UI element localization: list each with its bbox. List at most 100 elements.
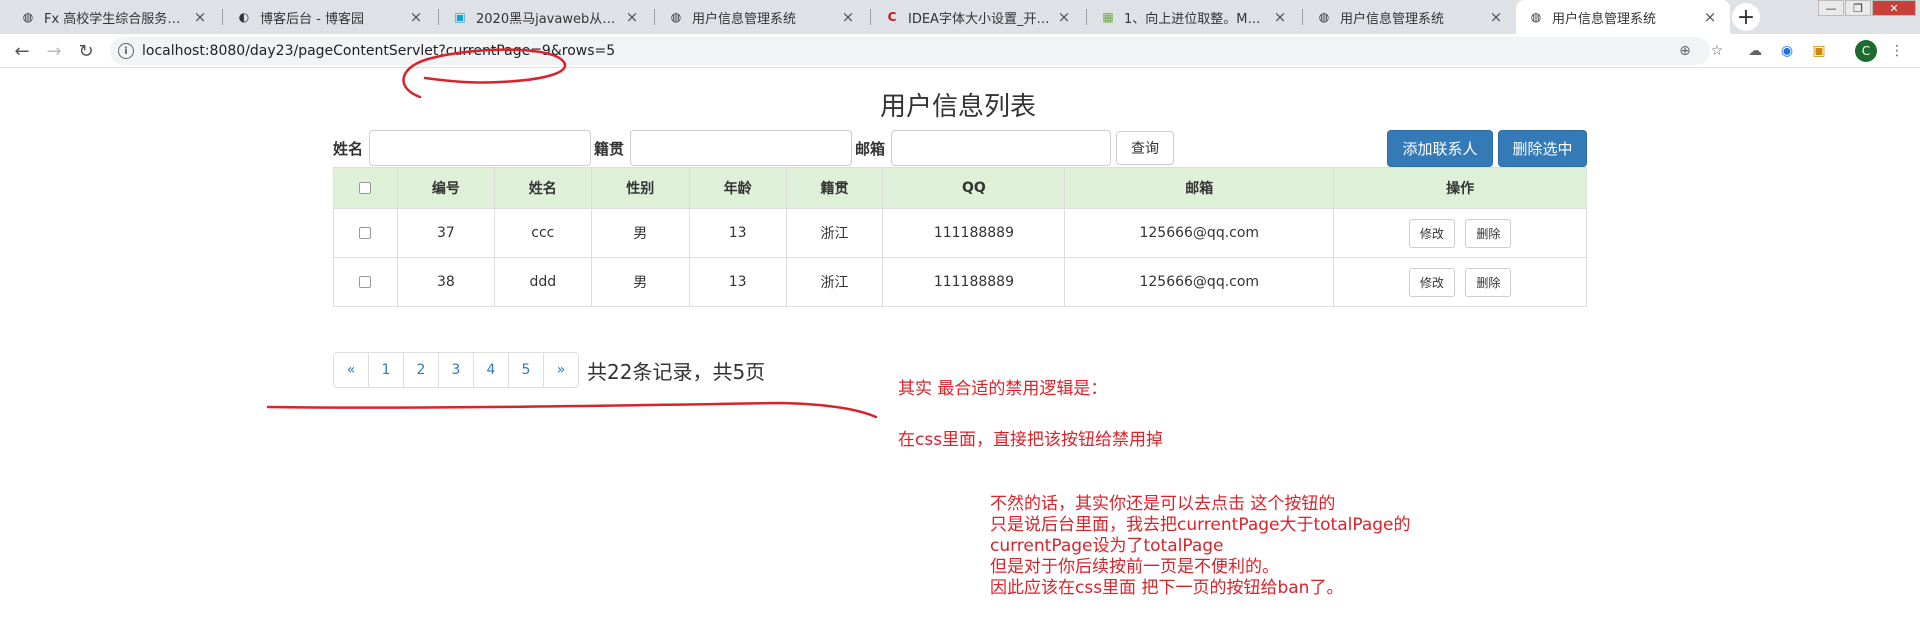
id-cell: 38 [396,257,495,307]
page-link-2[interactable]: 2 [403,352,439,388]
qq-cell: 111188889 [882,257,1066,307]
browser-tab-active[interactable]: ◍ 用户信息管理系统 × [1516,0,1730,34]
edit-button[interactable]: 修改 [1408,218,1455,248]
close-icon[interactable]: × [1488,8,1504,26]
reload-icon[interactable]: ↻ [74,39,98,63]
email-cell: 125666@qq.com [1064,208,1335,258]
avatar[interactable]: C [1855,40,1877,62]
name-cell: ddd [493,257,592,307]
prev-page-button[interactable]: « [333,352,369,388]
page-link-5[interactable]: 5 [508,352,544,388]
id-cell: 37 [396,208,495,258]
star-icon[interactable]: ☆ [1708,42,1726,60]
browser-tab[interactable]: ◍ 用户信息管理系统 × [656,0,868,34]
tab-title: 博客后台 - 博客园 [260,11,364,27]
row-checkbox[interactable] [359,276,372,288]
close-icon[interactable]: × [408,8,424,26]
column-header: 籍贯 [785,167,884,209]
query-button[interactable]: 查询 [1116,131,1174,165]
select-all-checkbox[interactable] [359,182,372,194]
menu-icon[interactable]: ⋮ [1888,42,1906,60]
page-link-3[interactable]: 3 [438,352,474,388]
table-header-row: 编号 姓名 性别 年龄 籍贯 QQ 邮箱 操作 [333,167,1587,209]
close-icon[interactable]: × [1272,8,1288,26]
page-link-1[interactable]: 1 [368,352,404,388]
extension-box-icon[interactable]: ▣ [1810,42,1828,60]
pagination: « 1 2 3 4 5 » [333,352,579,388]
table-row: 38 ddd 男 13 浙江 111188889 125666@qq.com 修… [333,257,1587,307]
csdn-icon: C [887,10,897,24]
browser-tab[interactable]: ◍ 用户信息管理系统 × [1304,0,1516,34]
add-contact-button[interactable]: 添加联系人 [1387,130,1493,167]
column-header: 姓名 [493,167,592,209]
name-cell: ccc [493,208,592,258]
browser-tab[interactable]: C IDEA字体大小设置_开发工具 × [872,0,1084,34]
column-header: 性别 [590,167,690,209]
browser-tab[interactable]: ◍ Fx 高校学生综合服务平台 学 × [8,0,220,34]
close-icon[interactable]: × [840,8,856,26]
back-arrow-icon[interactable]: ← [10,39,34,63]
age-cell: 13 [688,208,787,258]
close-icon[interactable]: × [192,8,208,26]
maximize-button[interactable]: ❐ [1845,0,1871,16]
page-link-4[interactable]: 4 [473,352,509,388]
close-icon[interactable]: × [1702,8,1718,26]
name-input[interactable] [369,130,591,166]
cnblogs-icon: ◐ [238,10,250,24]
browser-tab[interactable]: ▣ 2020黑马javaweb从入门到 × [440,0,652,34]
annotation-note-2: 在css里面，直接把该按钮给禁用掉 [898,430,1164,450]
annotation-line: 只是说后台里面，我去把currentPage大于totalPage的 [990,515,1411,535]
browser-tab[interactable]: ▦ 1、向上进位取整。Math.ce × [1088,0,1300,34]
address-label: 籍贯 [594,140,625,158]
page-title: 用户信息列表 [880,92,1037,122]
column-header: 年龄 [688,167,787,209]
email-input[interactable] [891,130,1111,166]
zoom-icon[interactable]: ⊕ [1676,42,1694,60]
close-icon[interactable]: × [624,8,640,26]
address-input[interactable] [630,130,852,166]
column-header: 操作 [1333,167,1587,209]
info-icon[interactable]: i [118,43,134,59]
edit-button[interactable]: 修改 [1408,267,1455,297]
tab-title: 2020黑马javaweb从入门到 [476,11,618,27]
tab-title: IDEA字体大小设置_开发工具 [908,11,1050,27]
browser-tab[interactable]: ◐ 博客后台 - 博客园 × [224,0,436,34]
bilibili-icon: ▣ [454,10,466,24]
close-icon[interactable]: × [1056,8,1072,26]
column-header: 编号 [396,167,495,209]
globe-icon: ◍ [1318,10,1330,24]
extension-refresh-icon[interactable]: ◉ [1778,42,1796,60]
globe-icon: ◍ [1530,10,1542,24]
tab-title: 1、向上进位取整。Math.ce [1124,11,1266,27]
globe-icon: ◍ [22,10,34,24]
address-bar[interactable]: i localhost:8080/day23/pageContentServle… [110,37,1710,65]
annotation-line: 但是对于你后续按前一页是不便利的。 [990,557,1279,577]
email-cell: 125666@qq.com [1064,257,1335,307]
age-cell: 13 [688,257,787,307]
actions-cell: 修改 删除 [1333,257,1587,307]
url-text: localhost:8080/day23/pageContentServlet?… [142,43,616,59]
annotation-line: currentPage设为了totalPage [990,536,1224,556]
window-close-button[interactable]: ✕ [1872,0,1916,16]
delete-button[interactable]: 删除 [1465,267,1512,297]
table-row: 37 ccc 男 13 浙江 111188889 125666@qq.com 修… [333,208,1587,258]
annotation-line: 因此应该在css里面 把下一页的按钮给ban了。 [990,578,1344,598]
address-cell: 浙江 [785,208,884,258]
delete-selected-button[interactable]: 删除选中 [1498,130,1587,167]
row-select-cell [333,208,398,258]
actions-cell: 修改 删除 [1333,208,1587,258]
gender-cell: 男 [590,208,690,258]
minimize-button[interactable]: — [1818,0,1844,16]
extension-cloud-icon[interactable]: ☁ [1746,42,1764,60]
qq-cell: 111188889 [882,208,1066,258]
delete-button[interactable]: 删除 [1465,218,1512,248]
new-tab-button[interactable]: + [1732,3,1760,31]
select-all-cell [333,167,398,209]
tab-title: 用户信息管理系统 [1552,11,1657,27]
row-checkbox[interactable] [359,227,372,239]
tab-title: 用户信息管理系统 [692,11,797,27]
forward-arrow-icon[interactable]: → [42,39,66,63]
column-header: 邮箱 [1064,167,1335,209]
row-select-cell [333,257,398,307]
next-page-button[interactable]: » [543,352,579,388]
